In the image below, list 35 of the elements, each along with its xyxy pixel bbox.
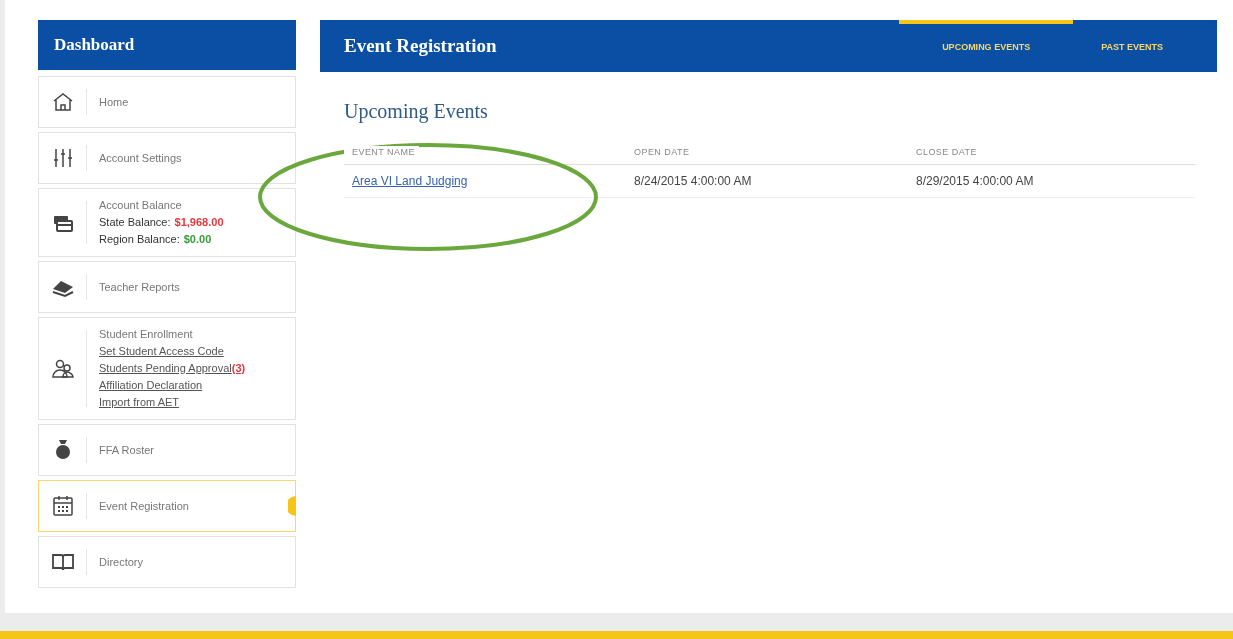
item-label: FFA Roster bbox=[99, 442, 155, 458]
table-cell-text: 8/29/2015 4:00:00 AM bbox=[915, 172, 1035, 190]
enrollment-link[interactable]: Import from AET bbox=[99, 394, 180, 411]
page-title: Event Registration bbox=[344, 33, 497, 58]
sidebar-item[interactable]: Event Registration bbox=[38, 480, 296, 532]
balance-label: Region Balance: bbox=[99, 232, 180, 247]
balance-value: $0.00 bbox=[183, 232, 212, 247]
selection-marker-icon bbox=[288, 496, 296, 516]
item-label: Event Registration bbox=[99, 498, 189, 514]
sidebar-item[interactable]: Teacher Reports bbox=[38, 261, 296, 313]
balance-label: State Balance: bbox=[99, 215, 171, 230]
table-cell-text: 8/24/2015 4:00:00 AM bbox=[633, 172, 753, 190]
calendar-icon bbox=[50, 494, 75, 518]
pending-count: (3) bbox=[231, 361, 246, 376]
enrollment-link[interactable]: Students Pending Approval bbox=[99, 360, 232, 377]
enrollment-link[interactable]: Affiliation Declaration bbox=[99, 377, 203, 394]
balance-value: $1,968.00 bbox=[174, 215, 224, 230]
sidebar-item[interactable]: Directory bbox=[38, 536, 296, 588]
item-label: Directory bbox=[99, 554, 143, 570]
sidebar-item[interactable]: Student Enrollment Set Student Access Code Students Pending Approval(3) Affiliation Declaration Import from AET bbox=[38, 317, 296, 420]
header-tab[interactable]: UPCOMING EVENTS bbox=[899, 20, 1074, 72]
sidebar-item[interactable]: Home bbox=[38, 76, 296, 128]
sidebar-item[interactable]: FFA Roster bbox=[38, 424, 296, 476]
item-label: Teacher Reports bbox=[99, 279, 180, 295]
sidebar-item[interactable]: Account Balance State Balance: $1,968.00 Region Balance: $0.00 bbox=[38, 188, 296, 257]
event-link[interactable]: Area VI Land Judging bbox=[344, 171, 626, 190]
item-label: Account Balance bbox=[99, 198, 182, 213]
sidebar-title: Dashboard bbox=[54, 34, 135, 57]
header-tab[interactable]: PAST EVENTS bbox=[1073, 20, 1191, 72]
enrollment-link[interactable]: Set Student Access Code bbox=[99, 343, 224, 360]
sidebar-item[interactable]: Account Settings bbox=[38, 132, 296, 184]
item-label: Home bbox=[99, 94, 129, 110]
section-title: Upcoming Events bbox=[344, 99, 489, 125]
item-label: Account Settings bbox=[99, 150, 182, 166]
item-label: Student Enrollment bbox=[99, 327, 193, 342]
